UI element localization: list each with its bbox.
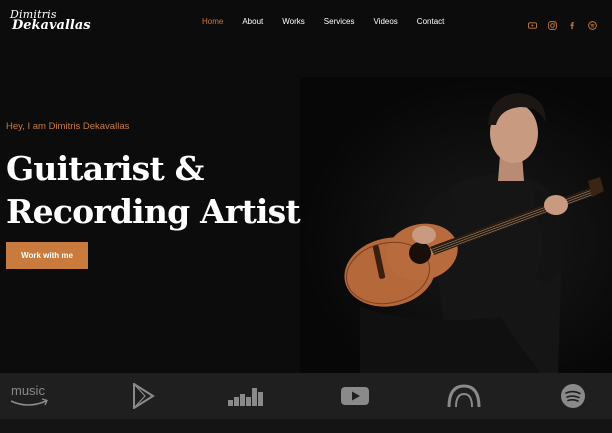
youtube-icon[interactable] [528,17,537,29]
nav-contact[interactable]: Contact [417,17,445,26]
page-bottom-strip [0,419,612,433]
youtube-platform-icon[interactable] [339,381,371,411]
main-nav: Home About Works Services Videos Contact [202,17,463,26]
deezer-icon[interactable] [226,381,268,411]
nav-works[interactable]: Works [282,17,305,26]
amazon-music-text: music [11,383,45,398]
social-links [528,17,597,30]
nav-videos[interactable]: Videos [373,17,397,26]
hero-headline: Guitarist & Recording Artist [6,147,301,233]
nav-services[interactable]: Services [324,17,355,26]
logo-last-name: Dekavallas [12,18,91,33]
headline-line-1: Guitarist & [6,149,204,188]
spotify-icon[interactable] [588,17,597,30]
spotify-platform-icon[interactable] [558,381,588,411]
site-logo[interactable]: Dimitris Dekavallas [10,9,91,33]
platform-bar: music [0,373,612,419]
audiomack-icon[interactable] [444,381,484,411]
site-header: Dimitris Dekavallas Home About Works Ser… [0,0,612,46]
hero-photo [300,77,612,373]
headline-line-2: Recording Artist [6,192,301,231]
nav-about[interactable]: About [242,17,263,26]
hero-greeting: Hey, I am Dimitris Dekavallas [6,121,130,132]
work-with-me-button[interactable]: Work with me [6,242,88,269]
facebook-icon[interactable] [568,17,577,30]
instagram-icon[interactable] [548,17,557,30]
guitarist-photo [344,93,604,373]
google-play-icon[interactable] [128,381,158,411]
nav-home[interactable]: Home [202,17,223,26]
amazon-music-icon[interactable]: music [8,381,52,411]
